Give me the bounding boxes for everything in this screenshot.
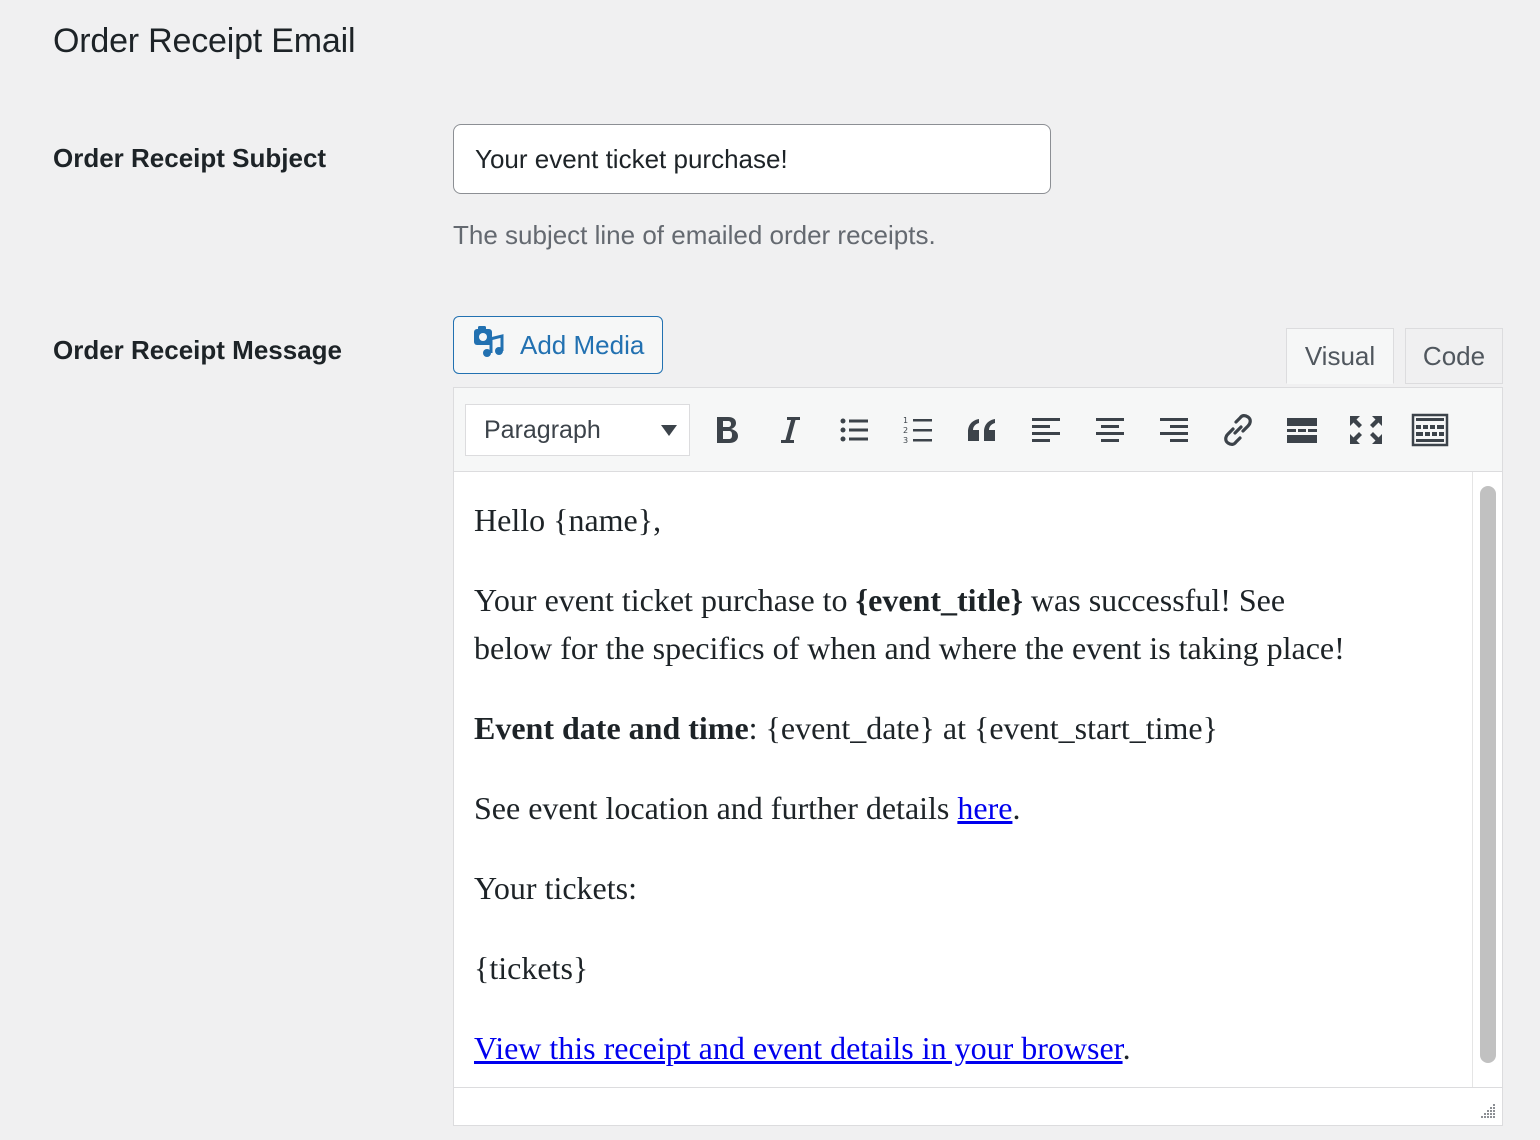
subject-input[interactable]: [453, 124, 1051, 194]
align-left-icon: [1031, 416, 1061, 444]
bulleted-list-icon: [839, 416, 869, 444]
message-paragraph: Your tickets:: [474, 870, 637, 906]
read-more-icon: [1286, 416, 1318, 444]
message-paragraph: Hello {name},: [474, 502, 662, 538]
message-label: Order Receipt Message: [53, 335, 343, 365]
align-center-icon: [1095, 416, 1125, 444]
tab-code[interactable]: Code: [1405, 328, 1503, 384]
italic-icon: [778, 415, 802, 445]
message-paragraph: {tickets}: [474, 950, 589, 986]
message-paragraph: See event location and further details h…: [474, 790, 1021, 826]
bulleted-list-button[interactable]: [832, 408, 876, 452]
editor-scrollbar[interactable]: [1472, 472, 1502, 1087]
svg-text:3: 3: [903, 436, 908, 445]
add-media-button[interactable]: Add Media: [453, 316, 663, 374]
svg-text:1: 1: [903, 416, 908, 425]
fullscreen-icon: [1349, 415, 1383, 445]
blockquote-button[interactable]: [960, 408, 1004, 452]
align-right-button[interactable]: [1152, 408, 1196, 452]
add-media-icon: [472, 325, 506, 366]
svg-text:2: 2: [903, 426, 908, 435]
format-select[interactable]: Paragraph: [465, 404, 690, 456]
message-paragraph: View this receipt and event details in y…: [474, 1030, 1131, 1066]
bold-button[interactable]: [705, 408, 749, 452]
resize-handle-icon[interactable]: [1480, 1103, 1496, 1119]
editor-toolbar: Paragraph 123: [454, 388, 1502, 472]
link-icon: [1221, 413, 1255, 447]
add-media-label: Add Media: [520, 329, 645, 360]
insert-link-button[interactable]: [1216, 408, 1260, 452]
editor-statusbar: [454, 1087, 1502, 1125]
bold-icon: [714, 415, 740, 445]
keyboard-icon: [1411, 413, 1449, 447]
numbered-list-button[interactable]: 123: [896, 408, 940, 452]
read-more-button[interactable]: [1280, 408, 1324, 452]
chevron-down-icon: [661, 425, 677, 436]
align-right-icon: [1159, 416, 1189, 444]
subject-label: Order Receipt Subject: [53, 143, 327, 173]
italic-button[interactable]: [768, 408, 812, 452]
fullscreen-button[interactable]: [1344, 408, 1388, 452]
event-details-link[interactable]: here: [957, 790, 1012, 826]
editor-content-area[interactable]: Hello {name}, Your event ticket purchase…: [454, 472, 1472, 1087]
message-paragraph: Event date and time: {event_date} at {ev…: [474, 710, 1218, 746]
numbered-list-icon: 123: [903, 415, 933, 445]
subject-description: The subject line of emailed order receip…: [453, 220, 936, 250]
align-left-button[interactable]: [1024, 408, 1068, 452]
section-title: Order Receipt Email: [53, 22, 356, 60]
toolbar-toggle-button[interactable]: [1408, 408, 1452, 452]
format-select-value: Paragraph: [484, 415, 601, 444]
tab-visual[interactable]: Visual: [1286, 328, 1394, 384]
view-in-browser-link[interactable]: View this receipt and event details in y…: [474, 1030, 1123, 1066]
scrollbar-thumb[interactable]: [1480, 486, 1496, 1063]
message-editor: Paragraph 123 Hello {name}, Your event t…: [453, 387, 1503, 1126]
blockquote-icon: [966, 418, 998, 442]
message-paragraph: Your event ticket purchase to {event_tit…: [474, 582, 1345, 666]
align-center-button[interactable]: [1088, 408, 1132, 452]
